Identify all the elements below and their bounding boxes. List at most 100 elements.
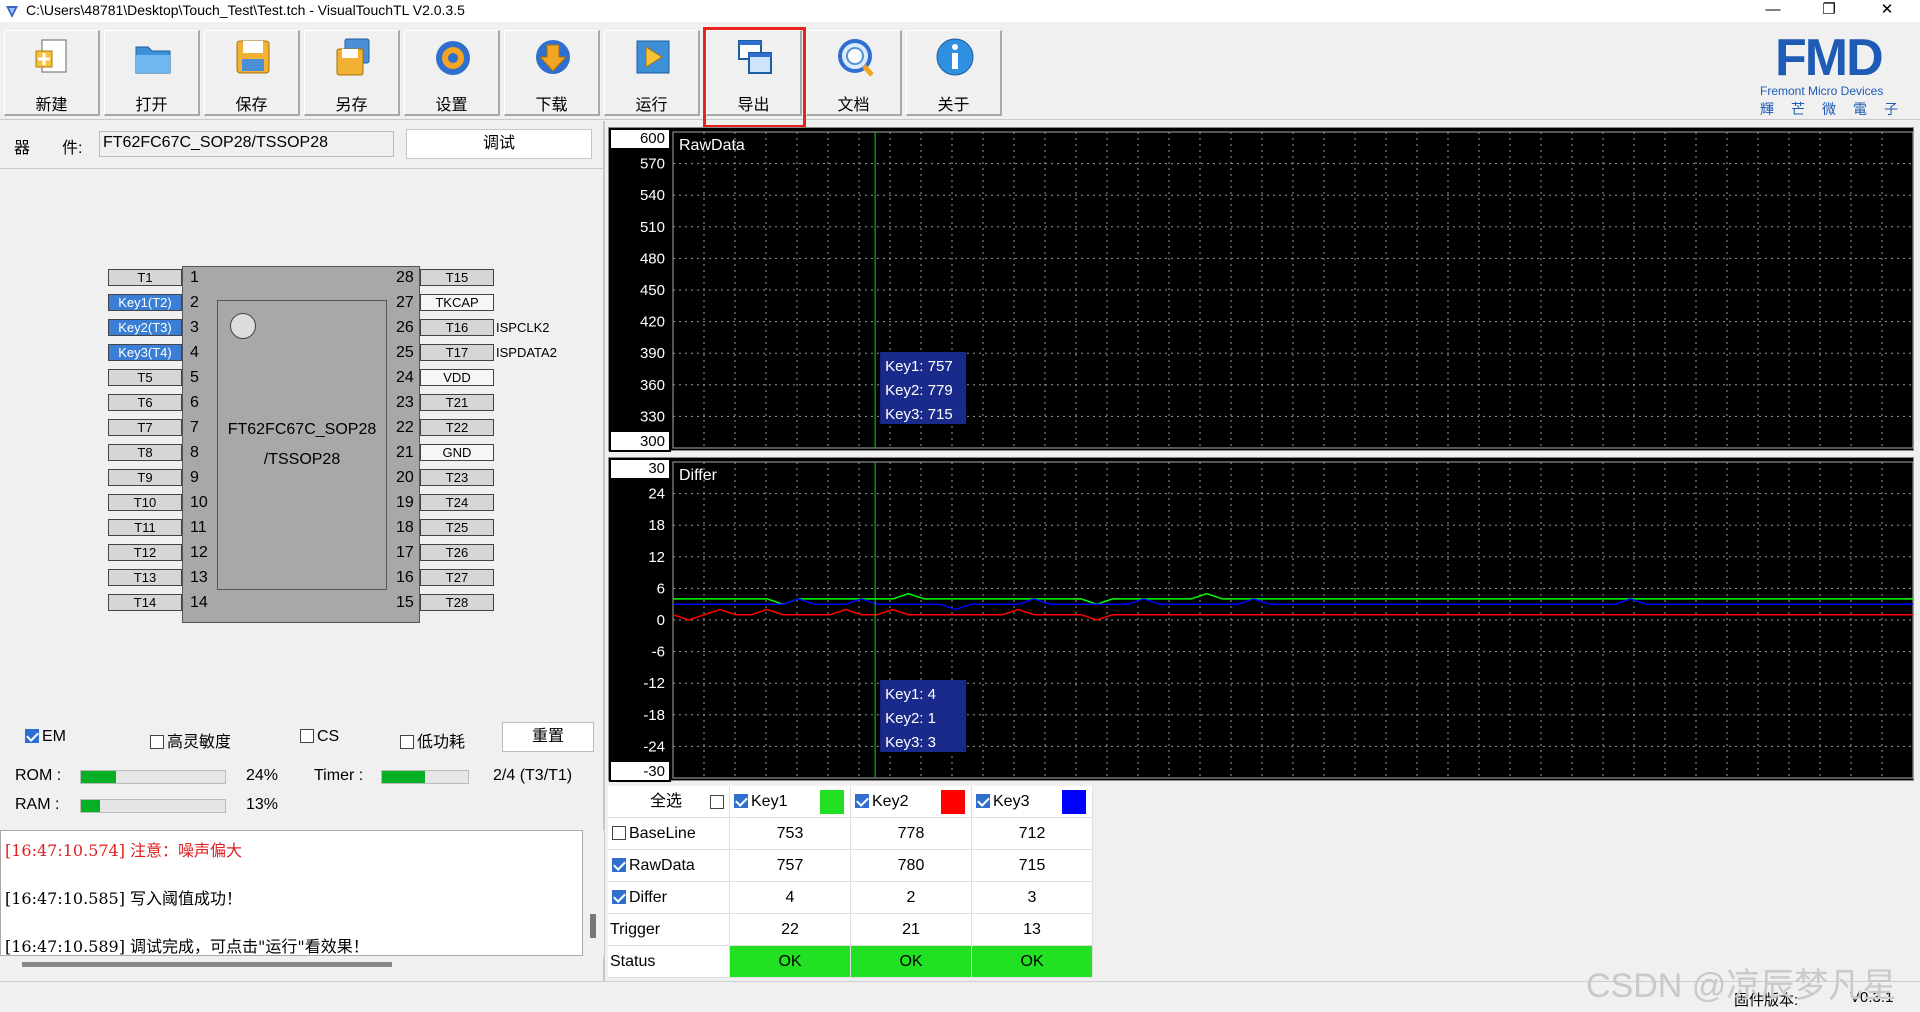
row-label-differ[interactable]: Differ (608, 882, 730, 914)
right-pin-21[interactable]: GND (420, 444, 494, 461)
title-bar: C:\Users\48781\Desktop\Touch_Test\Test.t… (0, 0, 1920, 22)
log-scroll-thumb[interactable] (590, 914, 596, 938)
right-pin-28[interactable]: T15 (420, 269, 494, 286)
select-all-checkbox[interactable] (710, 795, 724, 809)
y-tick-label: 600 (640, 130, 665, 147)
right-pin-number: 20 (396, 469, 414, 486)
left-pin-number: 5 (190, 369, 199, 386)
right-pin-26[interactable]: T16 (420, 319, 494, 336)
device-row: 器 件: FT62FC67C_SOP28/TSSOP28 调试 (0, 121, 604, 169)
left-pin-number: 9 (190, 469, 199, 486)
save-as-button[interactable]: 另存 (304, 30, 400, 116)
right-pin-25[interactable]: T17 (420, 344, 494, 361)
left-pin-number: 12 (190, 544, 208, 561)
chip-name-line2: /TSSOP28 (263, 451, 341, 468)
em-check-box[interactable] (25, 729, 39, 743)
left-pin-10[interactable]: T10 (108, 494, 182, 511)
right-pin-27[interactable]: TKCAP (420, 294, 494, 311)
document-label: 文档 (837, 97, 870, 114)
row-label: Trigger (610, 921, 661, 938)
y-tick-label: -30 (643, 763, 665, 780)
key-color-swatch[interactable] (820, 790, 844, 814)
left-pin-13[interactable]: T13 (108, 569, 182, 586)
low-power-check-box[interactable] (400, 735, 414, 749)
table-cell: 4 (730, 882, 851, 914)
left-pin-11[interactable]: T11 (108, 519, 182, 536)
cs-checkbox[interactable]: CS (300, 728, 339, 746)
low-power-checkbox[interactable]: 低功耗 (400, 728, 465, 752)
close-button[interactable]: ✕ (1864, 0, 1910, 22)
y-tick-label: 30 (648, 460, 665, 477)
cs-check-box[interactable] (300, 729, 314, 743)
device-label-1: 器 (14, 140, 31, 157)
right-pin-24[interactable]: VDD (420, 369, 494, 386)
right-pin-number: 24 (396, 369, 414, 386)
left-pin-5[interactable]: T5 (108, 369, 182, 386)
right-pin-22[interactable]: T22 (420, 419, 494, 436)
left-pin-7[interactable]: T7 (108, 419, 182, 436)
key-color-swatch[interactable] (1062, 790, 1086, 814)
right-pin-number: 21 (396, 444, 414, 461)
row-label-rawdata[interactable]: RawData (608, 850, 730, 882)
key-color-swatch[interactable] (941, 790, 965, 814)
left-pin-number: 10 (190, 494, 208, 511)
high-sens-check-box[interactable] (150, 735, 164, 749)
row-checkbox[interactable] (612, 890, 626, 904)
select-all-header[interactable]: 全选 (608, 786, 730, 818)
log-vertical-scrollbar[interactable] (586, 830, 604, 956)
minimize-button[interactable]: — (1750, 0, 1796, 22)
em-label: EM (42, 728, 66, 745)
left-pin-9[interactable]: T9 (108, 469, 182, 486)
y-tick-label: 24 (648, 486, 665, 503)
key-header-key1[interactable]: Key1 (730, 786, 851, 818)
new-button[interactable]: 新建 (4, 30, 100, 116)
key-header-key2[interactable]: Key2 (851, 786, 972, 818)
device-field[interactable]: FT62FC67C_SOP28/TSSOP28 (99, 131, 394, 157)
log-panel[interactable]: [16:47:10.574] 注意：噪声偏大 [16:47:10.585] 写入… (0, 830, 583, 956)
left-pin-4[interactable]: Key3(T4) (108, 344, 182, 361)
right-pin-16[interactable]: T27 (420, 569, 494, 586)
em-checkbox[interactable]: EM (25, 728, 66, 746)
left-pin-12[interactable]: T12 (108, 544, 182, 561)
left-pin-3[interactable]: Key2(T3) (108, 319, 182, 336)
left-pin-6[interactable]: T6 (108, 394, 182, 411)
key-checkbox[interactable] (855, 794, 869, 808)
right-pin-23[interactable]: T21 (420, 394, 494, 411)
left-pin-number: 6 (190, 394, 199, 411)
left-pin-2[interactable]: Key1(T2) (108, 294, 182, 311)
key-checkbox[interactable] (734, 794, 748, 808)
chip-pin1-dot (230, 313, 256, 339)
watermark: CSDN @凉辰梦凡星 (1586, 967, 1897, 1005)
left-pin-8[interactable]: T8 (108, 444, 182, 461)
row-label-baseline[interactable]: BaseLine (608, 818, 730, 850)
row-checkbox[interactable] (612, 858, 626, 872)
timer-value: 2/4 (T3/T1) (493, 767, 573, 784)
right-pin-20[interactable]: T23 (420, 469, 494, 486)
log-horizontal-scrollbar[interactable] (22, 962, 392, 967)
high-sensitivity-checkbox[interactable]: 高灵敏度 (150, 728, 230, 752)
reset-button[interactable]: 重置 (502, 722, 594, 752)
right-pin-19[interactable]: T24 (420, 494, 494, 511)
open-button[interactable]: 打开 (104, 30, 200, 116)
key-header-key3[interactable]: Key3 (972, 786, 1093, 818)
download-button[interactable]: 下载 (504, 30, 600, 116)
right-pin-18[interactable]: T25 (420, 519, 494, 536)
brand-logo: FMD Fremont Micro Devices 輝芒微電子 (1755, 28, 1915, 118)
right-pin-17[interactable]: T26 (420, 544, 494, 561)
settings-label: 设置 (435, 97, 468, 114)
run-label: 运行 (635, 97, 668, 114)
debug-button[interactable]: 调试 (406, 129, 592, 159)
y-tick-label: 360 (640, 377, 665, 394)
settings-button[interactable]: 设置 (404, 30, 500, 116)
about-button[interactable]: 关于 (906, 30, 1002, 116)
left-pin-1[interactable]: T1 (108, 269, 182, 286)
key-checkbox[interactable] (976, 794, 990, 808)
run-button[interactable]: 运行 (604, 30, 700, 116)
left-pin-14[interactable]: T14 (108, 594, 182, 611)
save-button[interactable]: 保存 (204, 30, 300, 116)
y-tick-label: 450 (640, 282, 665, 299)
maximize-button[interactable]: ❐ (1806, 0, 1852, 22)
right-pin-15[interactable]: T28 (420, 594, 494, 611)
row-checkbox[interactable] (612, 826, 626, 840)
document-button[interactable]: 文档 (806, 30, 902, 116)
